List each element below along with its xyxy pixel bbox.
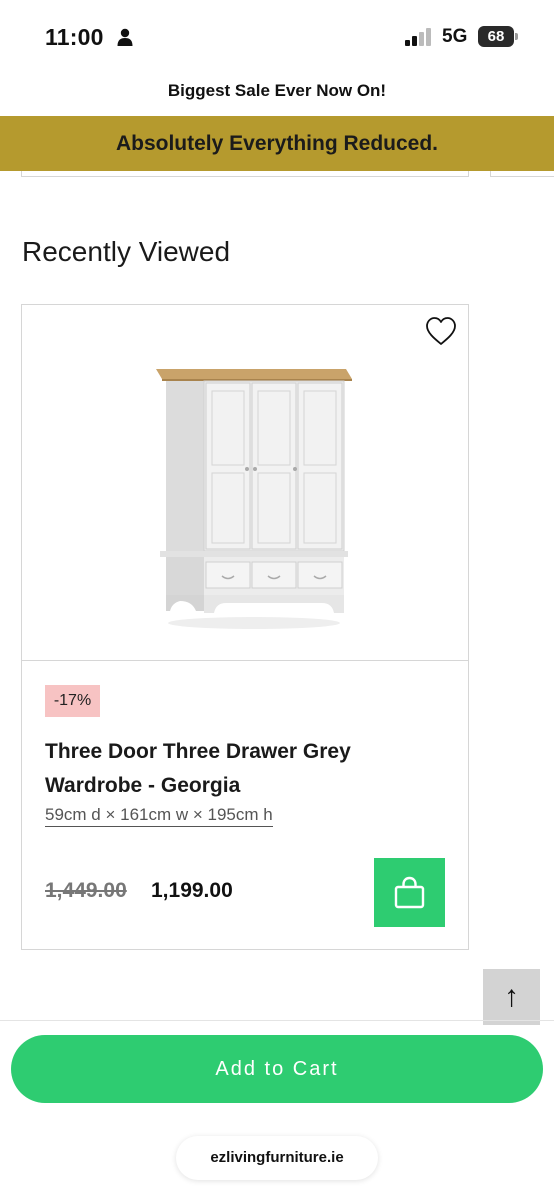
section-title-recently-viewed: Recently Viewed [22,236,231,267]
product-image-area[interactable] [22,305,468,661]
bottom-divider [0,1020,554,1021]
discount-badge: -17% [45,685,100,717]
next-card-edge [490,171,554,177]
previous-card-edge [21,171,469,177]
original-price: 1,449.00 [45,879,127,902]
promo-sale-banner[interactable]: Absolutely Everything Reduced. [0,116,554,171]
status-bar: 11:00 5G 68 [0,0,554,72]
product-card[interactable]: -17% Three Door Three Drawer Grey Wardro… [21,304,469,950]
arrow-up-icon: ↑ [504,980,519,1013]
scroll-to-top-button[interactable]: ↑ [483,969,540,1025]
status-time: 11:00 [45,24,104,50]
add-to-cart-button[interactable]: Add to Cart [11,1035,543,1103]
sale-price: 1,199.00 [151,879,233,902]
browser-url-bar[interactable]: ezlivingfurniture.ie [176,1136,378,1180]
battery-indicator: 68 [478,26,518,47]
shopping-bag-icon [394,876,425,909]
signal-icon [405,28,431,46]
product-title[interactable]: Three Door Three Drawer Grey Wardrobe - … [45,735,445,803]
heart-outline-icon[interactable] [424,315,458,347]
network-label: 5G [442,26,468,47]
wardrobe-image[interactable] [156,357,352,635]
person-icon [117,28,133,46]
add-to-bag-button[interactable] [374,858,445,927]
promo-top-banner[interactable]: Biggest Sale Ever Now On! [0,72,554,116]
product-dimensions[interactable]: 59cm d × 161cm w × 195cm h [45,805,273,827]
